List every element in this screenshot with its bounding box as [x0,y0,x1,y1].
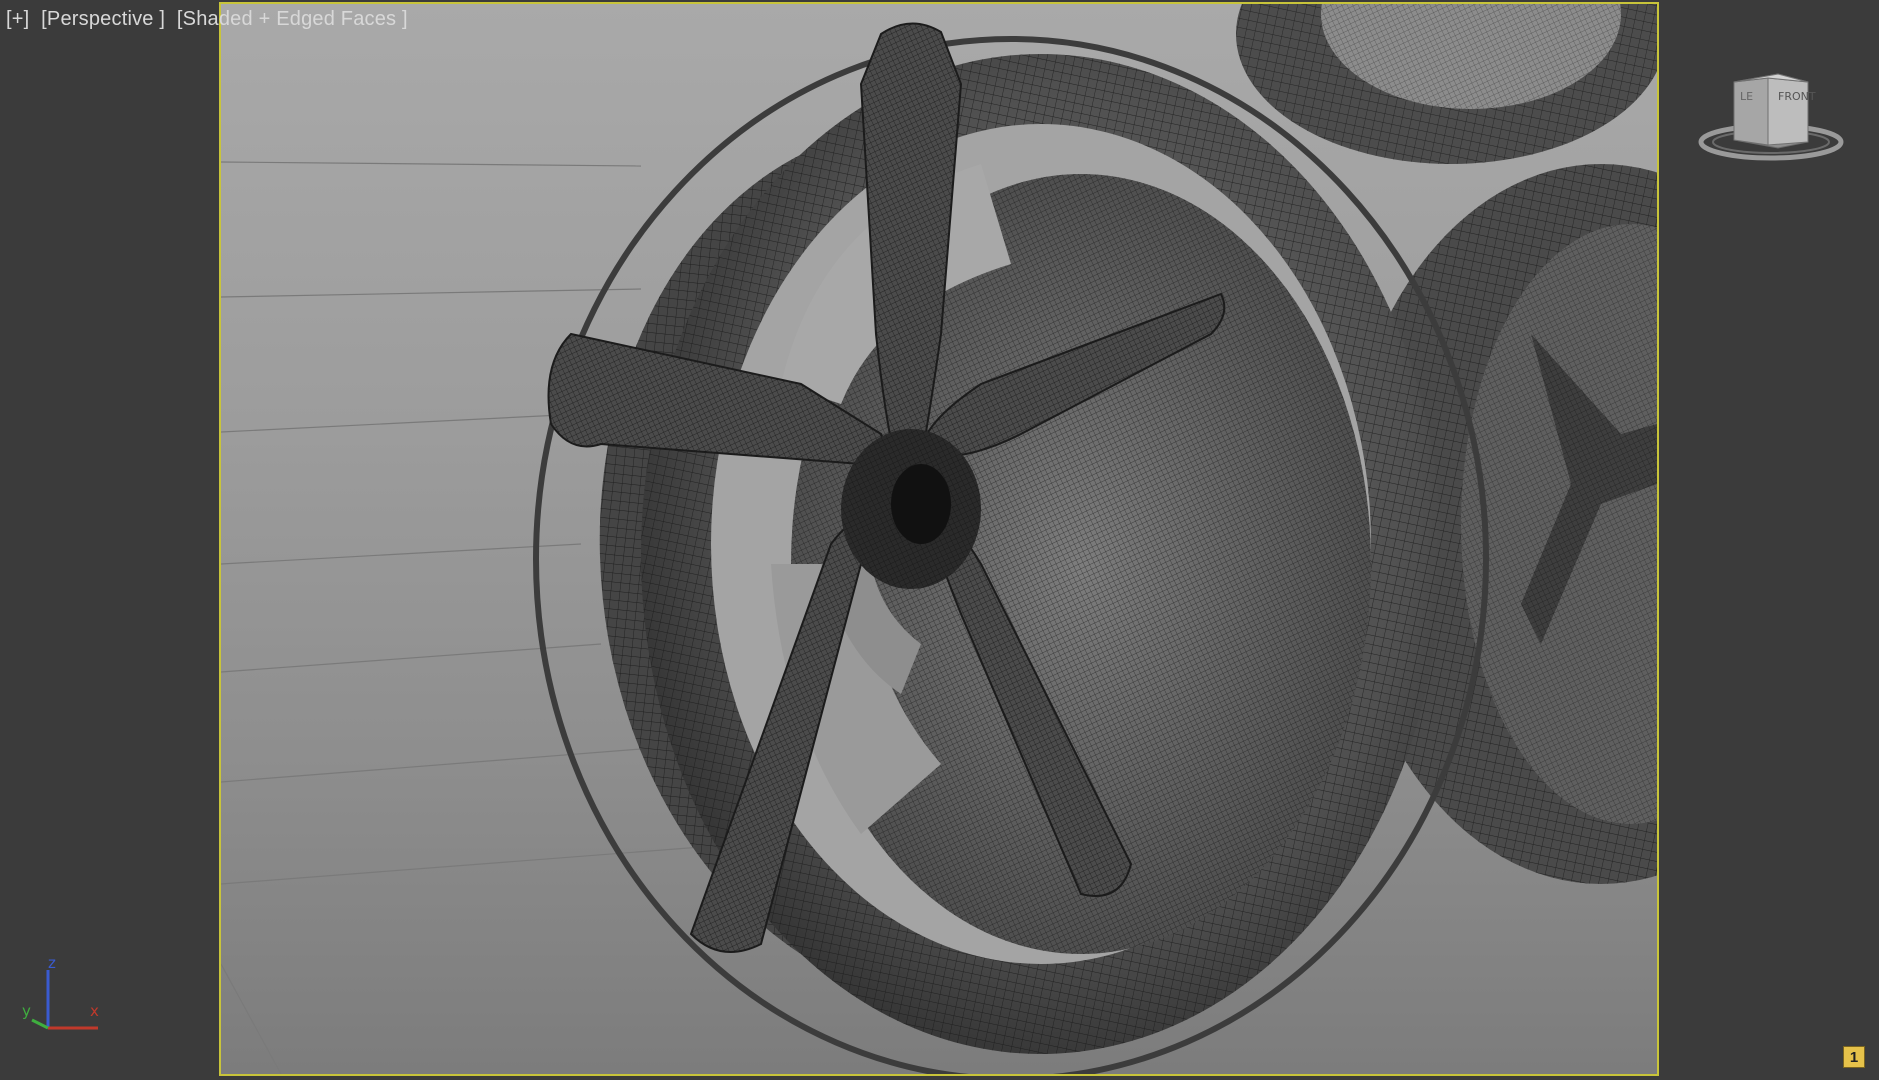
viewport-safe-frame[interactable] [219,2,1659,1076]
viewcube-widget[interactable]: FRONT LE [1696,60,1846,170]
axis-z-label: z [48,954,56,972]
max-viewport-window: [+] [Perspective ] [Shaded + Edged Faces… [0,0,1879,1080]
viewport-view-menu[interactable]: [Perspective ] [41,8,165,30]
viewcube-front-label[interactable]: FRONT [1778,90,1816,103]
viewcube-left-label[interactable]: LE [1740,90,1753,103]
axis-y-label: y [22,1002,31,1020]
wheel-hub[interactable] [841,429,981,589]
axis-x-label: x [90,1002,99,1020]
viewport-label-bar: [+] [Perspective ] [Shaded + Edged Faces… [6,8,414,31]
axis-tripod: z y x [18,954,108,1038]
viewport-scene[interactable] [221,4,1657,1074]
viewport-general-menu[interactable]: [+] [6,8,29,30]
viewport-shading-menu[interactable]: [Shaded + Edged Faces ] [177,8,408,30]
viewport-number-badge: 1 [1843,1046,1865,1068]
viewcube-icon[interactable] [1696,60,1846,170]
background-wheel-top[interactable] [1236,4,1657,164]
main-wheel[interactable] [533,36,1489,1074]
axis-tripod-icon [31,970,98,1030]
